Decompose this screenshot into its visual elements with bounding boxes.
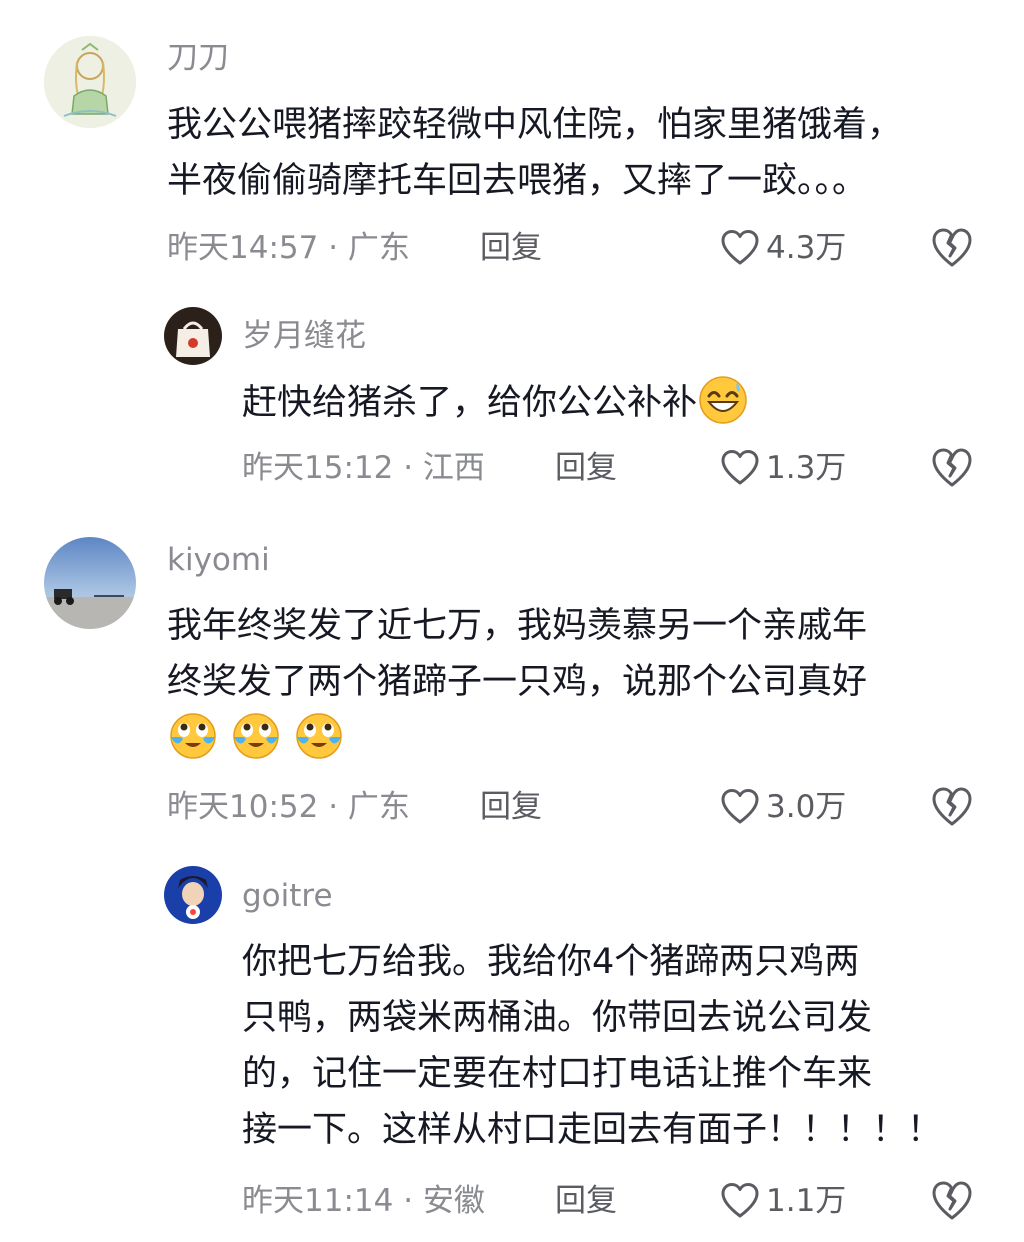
grinning-sweat-emoji	[697, 374, 749, 426]
comment-text: 你把七万给我。我给你4个猪蹄两只鸡两 只鸭，两袋米两桶油。你带回去说公司发 的，…	[242, 934, 1002, 1158]
comment-text-line: 接一下。这样从村口走回去有面子！！！！！	[242, 1110, 943, 1150]
like-count: 1.3万	[766, 450, 847, 486]
like-count: 3.0万	[766, 789, 847, 825]
comment-text: 我年终奖发了近七万，我妈羡慕另一个亲戚年 终奖发了两个猪蹄子一只鸡，说那个公司真…	[167, 598, 987, 772]
broken-heart-icon[interactable]	[930, 785, 974, 829]
reply-button[interactable]: 回复	[555, 1181, 617, 1221]
like-button[interactable]: 3.0万	[720, 787, 846, 827]
comment-text-line: 终奖发了两个猪蹄子一只鸡，说那个公司真好	[167, 662, 868, 702]
reply-button[interactable]: 回复	[480, 787, 542, 827]
comment-text-line: 我年终奖发了近七万，我妈羡慕另一个亲戚年	[167, 606, 868, 646]
comment-timestamp-location: 昨天10:52 · 广东	[167, 789, 410, 825]
comment-timestamp-location: 昨天15:12 · 江西	[242, 450, 485, 486]
avatar-bag-icon	[164, 307, 222, 365]
crying-laughing-emoji	[293, 709, 345, 761]
heart-outline-icon	[720, 228, 760, 268]
comment-text: 赶快给猪杀了，给你公公补补	[242, 375, 1002, 431]
like-count: 1.1万	[766, 1183, 847, 1219]
comment-username[interactable]: kiyomi	[167, 540, 270, 580]
like-button[interactable]: 1.1万	[720, 1181, 846, 1221]
comment-timestamp-location: 昨天11:14 · 安徽	[242, 1183, 485, 1219]
comment-username[interactable]: 刀刀	[167, 38, 229, 78]
avatar[interactable]	[164, 866, 222, 924]
broken-heart-icon[interactable]	[930, 446, 974, 490]
comment-text-line: 只鸭，两袋米两桶油。你带回去说公司发	[242, 998, 873, 1038]
comment-username[interactable]: 岁月缝花	[242, 316, 366, 356]
reply-button[interactable]: 回复	[480, 228, 542, 268]
comment-timestamp-location: 昨天14:57 · 广东	[167, 230, 410, 266]
comment-text-line: 赶快给猪杀了，给你公公补补	[242, 383, 698, 423]
like-count: 4.3万	[766, 230, 847, 266]
like-button[interactable]: 4.3万	[720, 228, 846, 268]
crying-laughing-emoji	[167, 709, 219, 761]
comment-text-line: 的，记住一定要在村口打电话让推个车来	[242, 1054, 873, 1094]
broken-heart-icon[interactable]	[930, 226, 974, 270]
avatar-drawing-icon	[44, 36, 136, 128]
comment-text-line: 半夜偷偷骑摩托车回去喂猪，又摔了一跤。。。	[167, 161, 868, 201]
crying-laughing-emoji	[230, 709, 282, 761]
comment-text-line: 你把七万给我。我给你4个猪蹄两只鸡两	[242, 942, 860, 982]
comment-text-line: 我公公喂猪摔跤轻微中风住院，怕家里猪饿着，	[167, 105, 903, 145]
broken-heart-icon[interactable]	[930, 1179, 974, 1223]
heart-outline-icon	[720, 787, 760, 827]
avatar-beach-icon	[44, 537, 136, 629]
heart-outline-icon	[720, 448, 760, 488]
comment-username[interactable]: goitre	[242, 876, 333, 916]
heart-outline-icon	[720, 1181, 760, 1221]
avatar[interactable]	[44, 537, 136, 629]
avatar[interactable]	[44, 36, 136, 128]
avatar-anime-icon	[164, 866, 222, 924]
emoji-row	[167, 710, 987, 772]
comment-text: 我公公喂猪摔跤轻微中风住院，怕家里猪饿着， 半夜偷偷骑摩托车回去喂猪，又摔了一跤…	[167, 97, 987, 209]
like-button[interactable]: 1.3万	[720, 448, 846, 488]
reply-button[interactable]: 回复	[555, 448, 617, 488]
avatar[interactable]	[164, 307, 222, 365]
